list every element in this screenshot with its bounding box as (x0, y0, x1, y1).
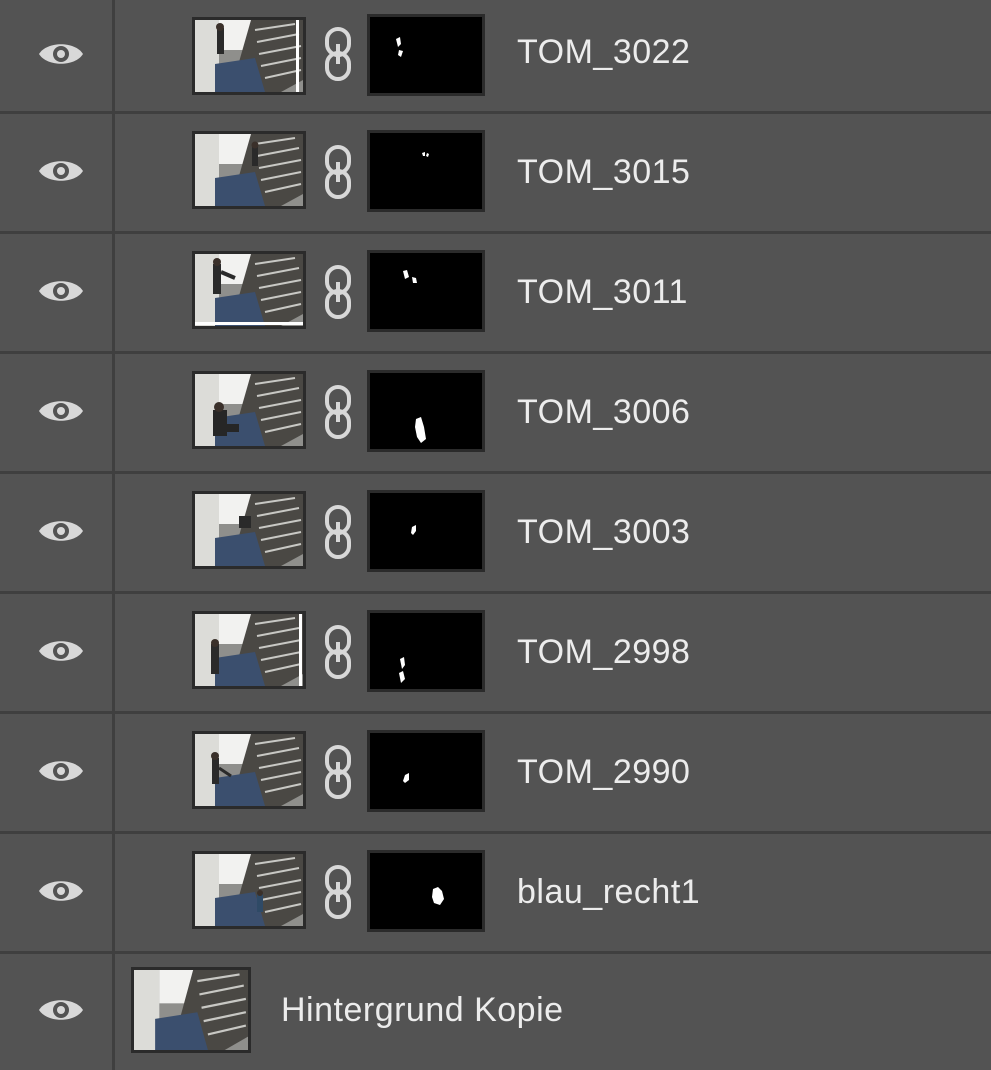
layer-mask-thumbnail[interactable] (367, 610, 485, 692)
layer-mask-thumbnail[interactable] (367, 14, 485, 96)
stairwell-photo-icon (195, 20, 303, 92)
stairwell-photo-icon (195, 734, 303, 806)
layer-mask-thumbnail[interactable] (367, 370, 485, 452)
white-figure-shape-icon (411, 525, 416, 535)
layer-row[interactable]: Hintergrund Kopie (0, 954, 991, 1070)
stairwell-photo-icon (195, 254, 303, 326)
chain-link-icon[interactable] (322, 26, 354, 82)
layer-row[interactable]: TOM_2990 (0, 714, 991, 834)
chain-link-icon[interactable] (322, 264, 354, 320)
layer-row[interactable]: TOM_3006 (0, 354, 991, 474)
stairwell-photo-icon (134, 970, 248, 1050)
chain-link-icon[interactable] (322, 144, 354, 200)
stairwell-photo-icon (195, 134, 303, 206)
white-figure-shape-icon (403, 270, 417, 283)
eye-icon[interactable] (37, 275, 85, 307)
eye-icon[interactable] (37, 875, 85, 907)
layer-name[interactable]: TOM_3015 (517, 152, 690, 192)
visibility-cell[interactable] (0, 954, 115, 1070)
layer-name[interactable]: TOM_2998 (517, 632, 690, 672)
layer-name[interactable]: TOM_3022 (517, 32, 690, 72)
chain-link-icon[interactable] (322, 624, 354, 680)
chain-link-icon[interactable] (322, 864, 354, 920)
chain-link-icon[interactable] (322, 744, 354, 800)
stairwell-photo-icon (195, 614, 303, 686)
layer-name[interactable]: blau_recht1 (517, 872, 700, 912)
visibility-cell[interactable] (0, 114, 115, 231)
layer-row[interactable]: TOM_3015 (0, 114, 991, 234)
layer-thumbnail[interactable] (192, 851, 306, 929)
layer-mask-thumbnail[interactable] (367, 490, 485, 572)
white-figure-shape-icon (399, 657, 405, 683)
white-figure-shape-icon (415, 417, 426, 443)
layer-mask-thumbnail[interactable] (367, 250, 485, 332)
chain-link-icon[interactable] (322, 504, 354, 560)
layer-name[interactable]: TOM_3003 (517, 512, 690, 552)
white-figure-shape-icon (432, 887, 444, 905)
layer-mask-thumbnail[interactable] (367, 130, 485, 212)
layer-thumbnail[interactable] (131, 967, 251, 1053)
eye-icon[interactable] (37, 38, 85, 70)
layer-thumbnail[interactable] (192, 131, 306, 209)
visibility-cell[interactable] (0, 474, 115, 591)
layer-name[interactable]: TOM_2990 (517, 752, 690, 792)
visibility-cell[interactable] (0, 714, 115, 831)
layer-thumbnail[interactable] (192, 17, 306, 95)
layer-row[interactable]: TOM_3011 (0, 234, 991, 354)
layer-row[interactable]: blau_recht1 (0, 834, 991, 954)
visibility-cell[interactable] (0, 594, 115, 711)
stairwell-photo-icon (195, 854, 303, 926)
chain-link-icon[interactable] (322, 384, 354, 440)
eye-icon[interactable] (37, 155, 85, 187)
eye-icon[interactable] (37, 755, 85, 787)
layer-thumbnail[interactable] (192, 611, 306, 689)
layer-row[interactable]: TOM_3003 (0, 474, 991, 594)
stairwell-photo-icon (195, 374, 303, 446)
layers-panel: TOM_3022 TOM_3015 TOM_3011 TOM_3006 TOM_… (0, 0, 991, 1070)
visibility-cell[interactable] (0, 0, 115, 111)
layer-mask-thumbnail[interactable] (367, 730, 485, 812)
white-figure-shape-icon (396, 37, 403, 57)
stairwell-photo-icon (195, 494, 303, 566)
layer-thumbnail[interactable] (192, 251, 306, 329)
visibility-cell[interactable] (0, 354, 115, 471)
layer-mask-thumbnail[interactable] (367, 850, 485, 932)
layer-name[interactable]: TOM_3006 (517, 392, 690, 432)
white-figure-shape-icon (403, 773, 409, 783)
eye-icon[interactable] (37, 395, 85, 427)
layer-thumbnail[interactable] (192, 371, 306, 449)
layer-thumbnail[interactable] (192, 491, 306, 569)
layer-name[interactable]: Hintergrund Kopie (281, 990, 564, 1030)
layer-thumbnail[interactable] (192, 731, 306, 809)
eye-icon[interactable] (37, 994, 85, 1026)
visibility-cell[interactable] (0, 234, 115, 351)
white-figure-shape-icon (422, 152, 429, 157)
layer-name[interactable]: TOM_3011 (517, 272, 688, 312)
visibility-cell[interactable] (0, 834, 115, 951)
layer-row[interactable]: TOM_2998 (0, 594, 991, 714)
eye-icon[interactable] (37, 515, 85, 547)
eye-icon[interactable] (37, 635, 85, 667)
layer-row[interactable]: TOM_3022 (0, 0, 991, 114)
